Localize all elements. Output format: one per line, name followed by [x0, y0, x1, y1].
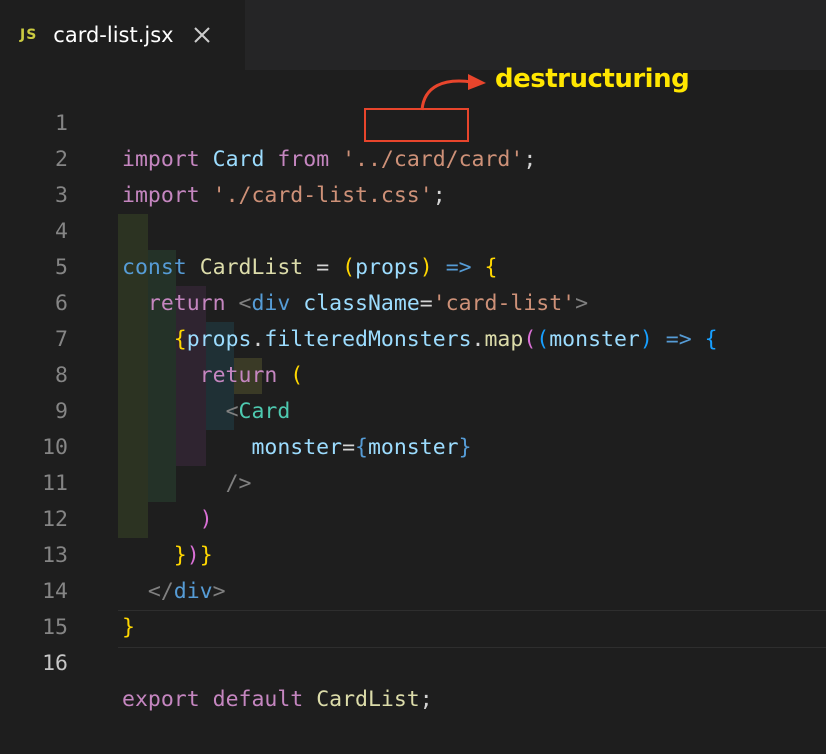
code-line: 4 const CardList = (props) => { — [0, 178, 826, 280]
javascript-file-icon: JS — [20, 27, 38, 43]
annotation-arrow-icon — [420, 74, 486, 111]
token: ; — [419, 687, 433, 712]
tab-bar: JS card-list.jsx — [0, 0, 826, 70]
code-line: 8 <Card — [0, 322, 826, 424]
token: default — [212, 687, 304, 712]
close-icon[interactable] — [192, 25, 212, 45]
code-line: 13 </div> — [0, 502, 826, 604]
tab-card-list-jsx[interactable]: JS card-list.jsx — [0, 0, 245, 70]
code-line: 12 })} — [0, 466, 826, 568]
code-line: 15 — [0, 574, 826, 640]
annotation-label: destructuring — [495, 64, 690, 94]
token: export — [122, 687, 200, 712]
code-line: 16 export default CardList; — [0, 610, 826, 712]
tab-title: card-list.jsx — [53, 23, 174, 47]
token: CardList — [316, 687, 420, 712]
code-line: 14 } — [0, 538, 826, 640]
code-text: export default CardList; — [122, 682, 433, 718]
code-editor[interactable]: 1 import Card from '../card/card'; 2 imp… — [0, 70, 826, 712]
code-line: 10 /> — [0, 394, 826, 496]
code-line: 3 — [0, 142, 826, 208]
code-line: 6 {props.filteredMonsters.map((monster) … — [0, 250, 826, 352]
code-line: 9 monster={monster} — [0, 358, 826, 460]
code-line: 11 ) — [0, 430, 826, 532]
line-number: 16 — [42, 651, 68, 676]
code-line: 7 return ( — [0, 286, 826, 388]
code-line: 5 return <div className='card-list'> — [0, 214, 826, 316]
